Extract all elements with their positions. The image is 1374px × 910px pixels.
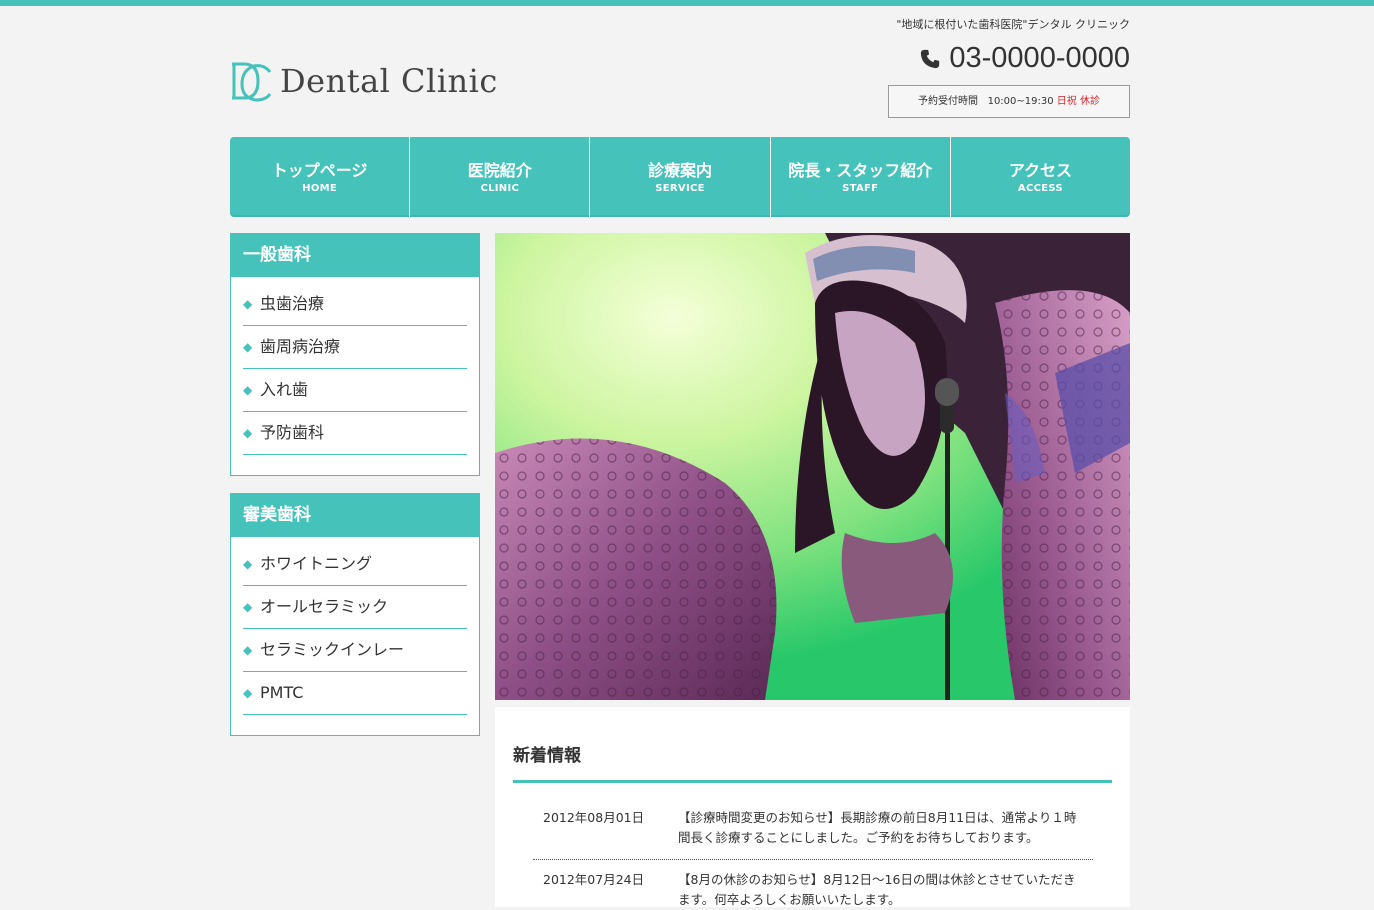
sidebar-list: ◆ 虫歯治療 ◆ 歯周病治療 ◆ 入れ歯 ◆ 予防歯科 (231, 277, 479, 475)
nav-sublabel: HOME (302, 182, 338, 194)
sidebar-item-cavity-treatment[interactable]: ◆ 虫歯治療 (243, 283, 467, 326)
sidebar-title: 一般歯科 (231, 234, 479, 277)
nav-label: 診療案内 (648, 160, 713, 180)
news-text: 【診療時間変更のお知らせ】長期診療の前日8月11日は、通常より１時間長く診療する… (678, 810, 1077, 845)
diamond-bullet-icon: ◆ (243, 340, 253, 354)
sidebar-cosmetic-dentistry: 審美歯科 ◆ ホワイトニング ◆ オールセラミック ◆ セラミックインレー ◆ PMTC (230, 493, 480, 736)
nav-item-service[interactable]: 診療案内 SERVICE (589, 137, 769, 217)
sidebar-item-all-ceramic[interactable]: ◆ オールセラミック (243, 586, 467, 629)
sidebar-item-label: ホワイトニング (260, 554, 373, 573)
diamond-bullet-icon: ◆ (243, 686, 253, 700)
news-text: 【8月の休診のお知らせ】8月12日〜16日の間は休診とさせていただきます。何卒よ… (678, 872, 1076, 907)
phone-contact[interactable]: 03-0000-0000 (919, 42, 1130, 75)
sidebar-title: 審美歯科 (231, 494, 479, 537)
reservation-hours: 予約受付時間 10:00~19:30 日祝 休診 (888, 85, 1130, 118)
phone-icon (921, 49, 940, 68)
news-section: 新着情報 2012年08月01日 【診療時間変更のお知らせ】長期診療の前日8月1… (495, 707, 1130, 907)
sidebar-item-label: 虫歯治療 (260, 294, 325, 313)
sidebar-item-label: オールセラミック (260, 597, 389, 616)
site-tagline: "地域に根付いた歯科医院"デンタル クリニック (896, 18, 1130, 31)
sidebar-item-label: 入れ歯 (260, 380, 309, 399)
sidebar-list: ◆ ホワイトニング ◆ オールセラミック ◆ セラミックインレー ◆ PMTC (231, 537, 479, 735)
dc-logo-icon (232, 62, 272, 102)
diamond-bullet-icon: ◆ (243, 383, 253, 397)
phone-number: 03-0000-0000 (949, 42, 1130, 74)
nav-item-home[interactable]: トップページ HOME (230, 137, 409, 217)
nav-label: 院長・スタッフ紹介 (788, 160, 933, 180)
hours-closed: 日祝 休診 (1056, 96, 1100, 107)
sidebar-item-label: 予防歯科 (260, 423, 325, 442)
sidebar-item-preventive[interactable]: ◆ 予防歯科 (243, 412, 467, 455)
nav-sublabel: SERVICE (655, 182, 705, 194)
site-header: "地域に根付いた歯科医院"デンタル クリニック Dental Clinic 03… (230, 6, 1130, 131)
nav-item-clinic[interactable]: 医院紹介 CLINIC (409, 137, 589, 217)
sidebar-item-dentures[interactable]: ◆ 入れ歯 (243, 369, 467, 412)
sidebar-item-pmtc[interactable]: ◆ PMTC (243, 672, 467, 715)
diamond-bullet-icon: ◆ (243, 600, 253, 614)
logo-text: Dental Clinic (280, 62, 498, 100)
diamond-bullet-icon: ◆ (243, 557, 253, 571)
sidebar-item-periodontal-treatment[interactable]: ◆ 歯周病治療 (243, 326, 467, 369)
news-date: 2012年07月24日 (543, 872, 645, 887)
nav-label: トップページ (271, 160, 368, 180)
diamond-bullet-icon: ◆ (243, 297, 253, 311)
news-title: 新着情報 (513, 746, 581, 766)
nav-sublabel: ACCESS (1017, 182, 1063, 194)
nav-sublabel: CLINIC (480, 182, 520, 194)
diamond-bullet-icon: ◆ (243, 426, 253, 440)
hours-time: 10:00~19:30 (987, 96, 1054, 107)
diamond-bullet-icon: ◆ (243, 643, 253, 657)
nav-item-access[interactable]: アクセス ACCESS (949, 137, 1130, 217)
global-nav: トップページ HOME 医院紹介 CLINIC 診療案内 SERVICE 院長・… (230, 137, 1130, 217)
hero-image (495, 233, 1130, 700)
news-title-underline (513, 780, 1112, 783)
nav-label: 医院紹介 (467, 160, 532, 180)
sidebar-item-label: セラミックインレー (260, 640, 405, 659)
news-date: 2012年08月01日 (543, 810, 645, 825)
sidebar-item-label: PMTC (260, 683, 304, 702)
sidebar-item-ceramic-inlay[interactable]: ◆ セラミックインレー (243, 629, 467, 672)
hours-label: 予約受付時間 (918, 96, 979, 107)
nav-item-staff[interactable]: 院長・スタッフ紹介 STAFF (769, 137, 950, 217)
performer-photo (495, 233, 1130, 700)
sidebar-item-whitening[interactable]: ◆ ホワイトニング (243, 543, 467, 586)
news-divider (533, 859, 1093, 860)
nav-sublabel: STAFF (842, 182, 879, 194)
nav-label: アクセス (1008, 160, 1073, 180)
sidebar-general-dentistry: 一般歯科 ◆ 虫歯治療 ◆ 歯周病治療 ◆ 入れ歯 ◆ 予防歯科 (230, 233, 480, 476)
site-logo[interactable]: Dental Clinic (230, 60, 498, 102)
sidebar-item-label: 歯周病治療 (260, 337, 341, 356)
